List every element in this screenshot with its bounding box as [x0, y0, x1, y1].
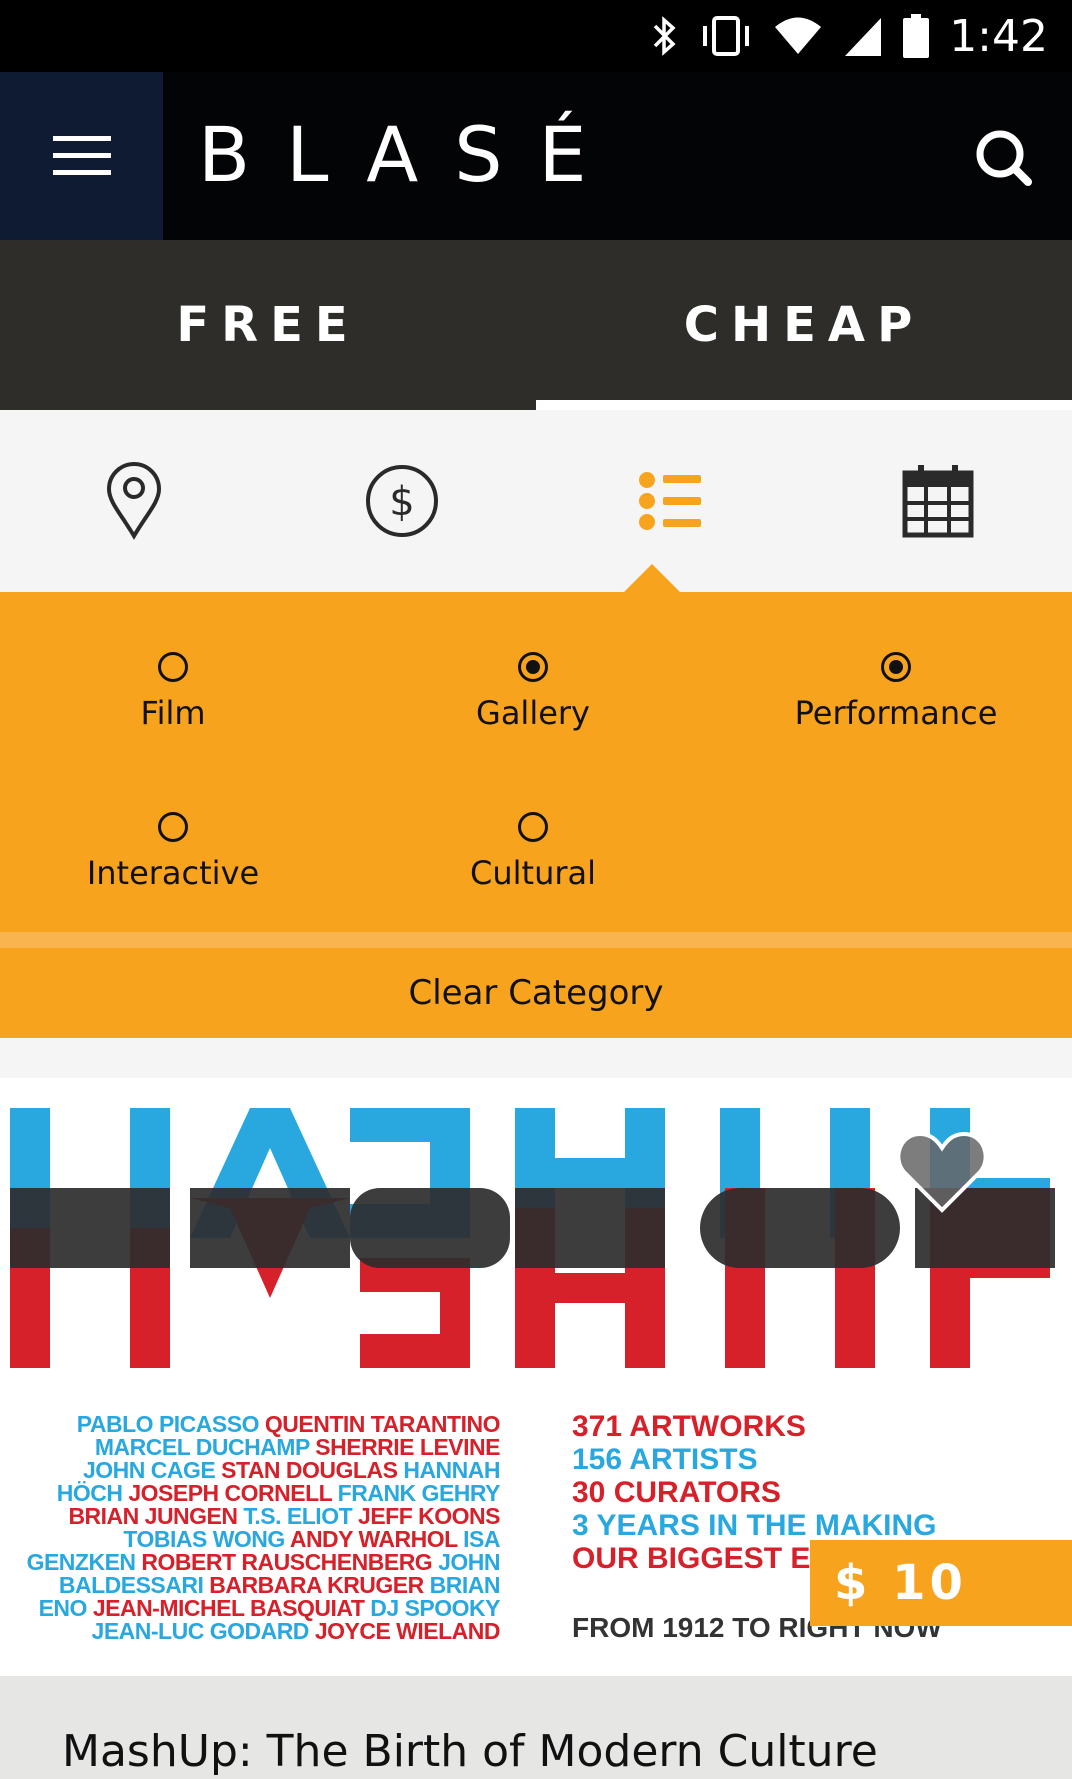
poster-name-line: BALDESSARI BARBARA KRUGER BRIAN: [20, 1574, 501, 1597]
menu-button[interactable]: [0, 72, 163, 240]
svg-text:$: $: [389, 479, 414, 525]
price-tabs: FREE CHEAP: [0, 240, 1072, 410]
bluetooth-icon: [653, 16, 676, 56]
poster-name-line: TOBIAS WONG ANDY WARHOL ISA: [20, 1528, 500, 1551]
category-cultural[interactable]: Cultural: [383, 812, 683, 892]
radio-cultural[interactable]: [518, 812, 548, 842]
location-pin-icon: [106, 462, 162, 540]
tab-cheap[interactable]: CHEAP: [536, 240, 1072, 410]
category-interactive[interactable]: Interactive: [23, 812, 323, 892]
wifi-icon: [775, 17, 822, 54]
hamburger-icon: [52, 136, 111, 175]
status-time: 1:42: [949, 10, 1048, 62]
radio-interactive[interactable]: [158, 812, 188, 842]
poster-name-line: ENO JEAN-MICHEL BASQUIAT DJ SPOOKY: [20, 1595, 501, 1621]
signal-icon: [845, 18, 882, 56]
brand-logo: BLASÉ: [198, 110, 623, 199]
active-filter-caret: [622, 564, 682, 594]
poster-name-line: MARCEL DUCHAMP SHERRIE LEVINE: [20, 1436, 501, 1459]
category-label: Gallery: [476, 694, 590, 732]
category-panel: Film Gallery Performance Interactive Cul…: [0, 592, 1072, 932]
search-icon: [976, 130, 1032, 186]
radio-film[interactable]: [158, 652, 188, 682]
radio-gallery[interactable]: [518, 652, 548, 682]
poster-stat: 156 ARTISTS: [572, 1443, 758, 1476]
category-film[interactable]: Film: [23, 652, 323, 732]
poster-name-line: HÖCH JOSEPH CORNELL FRANK GEHRY: [20, 1482, 501, 1505]
tab-free[interactable]: FREE: [0, 240, 536, 410]
category-performance[interactable]: Performance: [746, 652, 1046, 732]
poster-name: ENO: [38, 1595, 93, 1621]
poster-name-line: JOHN CAGE STAN DOUGLAS HANNAH: [20, 1459, 500, 1482]
category-label: Cultural: [470, 854, 596, 892]
poster-stat: 371 ARTWORKS: [572, 1410, 806, 1443]
filter-location[interactable]: [0, 410, 268, 592]
poster-artist-names: PABLO PICASSO QUENTIN TARANTINO MARCEL DU…: [20, 1413, 501, 1644]
radio-performance[interactable]: [881, 652, 911, 682]
poster-stat: 30 CURATORS: [572, 1476, 781, 1509]
vibrate-icon: [703, 16, 750, 56]
poster-name-line: PABLO PICASSO QUENTIN TARANTINO: [20, 1413, 501, 1436]
category-gallery[interactable]: Gallery: [383, 652, 683, 732]
status-bar: 1:42: [0, 0, 1072, 72]
calendar-icon: [902, 465, 974, 538]
poster-name-line: BRIAN JUNGEN T.S. ELIOT JEFF KOONS: [20, 1505, 500, 1528]
filter-bar: $: [0, 410, 1072, 592]
poster-stat: 3 YEARS IN THE MAKING: [572, 1509, 937, 1542]
dollar-icon: $: [366, 465, 438, 537]
poster-name: JOYCE WIELAND: [314, 1618, 501, 1644]
panel-divider: [0, 932, 1072, 948]
search-button[interactable]: [972, 126, 1036, 190]
poster-name-line: GENZKEN ROBERT RAUSCHENBERG JOHN: [20, 1551, 501, 1574]
price-badge: $ 10: [810, 1540, 1072, 1626]
poster-name: JEAN-LUC GODARD: [91, 1618, 315, 1644]
category-label: Performance: [794, 694, 998, 732]
battery-icon: [903, 14, 930, 58]
app-bar: BLASÉ: [0, 72, 1072, 240]
filter-date[interactable]: [804, 410, 1072, 592]
category-list-icon: [639, 472, 701, 530]
heart-icon[interactable]: [896, 1130, 988, 1214]
filter-price[interactable]: $: [268, 410, 536, 592]
category-label: Film: [140, 694, 206, 732]
category-label: Interactive: [86, 854, 260, 892]
event-title[interactable]: MashUp: The Birth of Modern Culture: [62, 1726, 878, 1777]
poster-name-line: JEAN-LUC GODARD JOYCE WIELAND: [20, 1618, 501, 1644]
clear-category-button[interactable]: Clear Category: [0, 948, 1072, 1038]
